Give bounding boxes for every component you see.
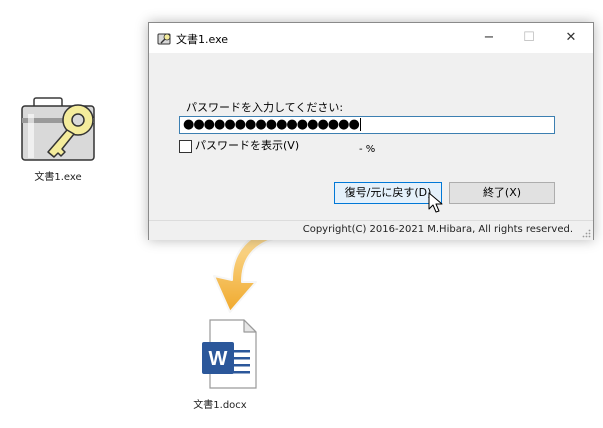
minimize-button[interactable]: − (469, 23, 509, 53)
exe-icon-label: 文書1.exe (34, 172, 82, 183)
exe-file-icon[interactable]: 文書1.exe (18, 96, 98, 183)
restore-button[interactable]: 復号/元に戻す(D) (334, 182, 442, 204)
progress-text: - % (359, 144, 376, 155)
resize-grip-icon[interactable] (582, 229, 591, 238)
app-window: 文書1.exe − ☐ ✕ パスワードを入力してください: ●●●●●●●●●●… (148, 22, 594, 240)
briefcase-key-icon (21, 97, 95, 161)
word-document-icon: W (202, 319, 257, 389)
mouse-pointer-icon (428, 192, 443, 213)
exit-button[interactable]: 終了(X) (449, 182, 555, 204)
password-prompt: パスワードを入力してください: (186, 101, 344, 114)
window-title: 文書1.exe (176, 33, 229, 46)
password-input[interactable]: ●●●●●●●●●●●●●●●●● (179, 116, 555, 134)
app-briefcase-icon (157, 33, 171, 45)
docx-file-icon[interactable]: W 文書1.docx (180, 318, 260, 411)
docx-icon-label: 文書1.docx (193, 400, 247, 411)
maximize-button: ☐ (523, 30, 535, 45)
text-caret (359, 118, 361, 131)
title-bar[interactable]: 文書1.exe − ☐ ✕ (149, 23, 593, 53)
copyright-text: Copyright(C) 2016-2021 M.Hibara, All rig… (302, 224, 573, 235)
close-button[interactable]: ✕ (551, 23, 591, 53)
show-password-checkbox[interactable] (179, 140, 192, 153)
password-dots: ●●●●●●●●●●●●●●●●● (183, 117, 361, 132)
status-bar: Copyright(C) 2016-2021 M.Hibara, All rig… (149, 220, 593, 240)
word-letter: W (209, 348, 228, 370)
show-password-label[interactable]: パスワードを表示(V) (195, 137, 299, 153)
